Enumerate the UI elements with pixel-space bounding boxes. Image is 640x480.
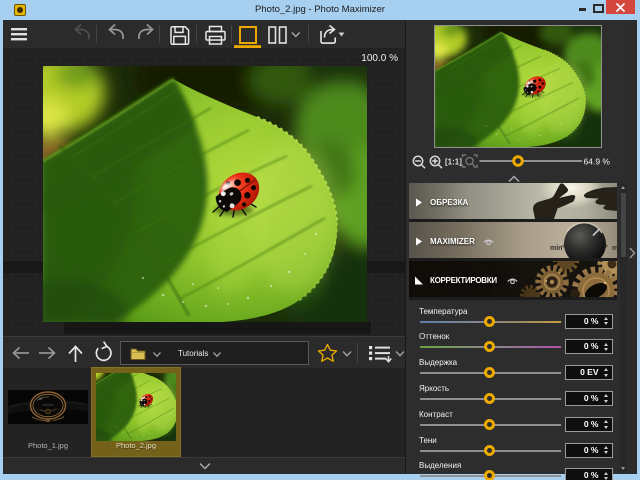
- svg-text:64.9 %: 64.9 %: [584, 157, 611, 167]
- svg-text:[1:1]: [1:1]: [445, 157, 462, 166]
